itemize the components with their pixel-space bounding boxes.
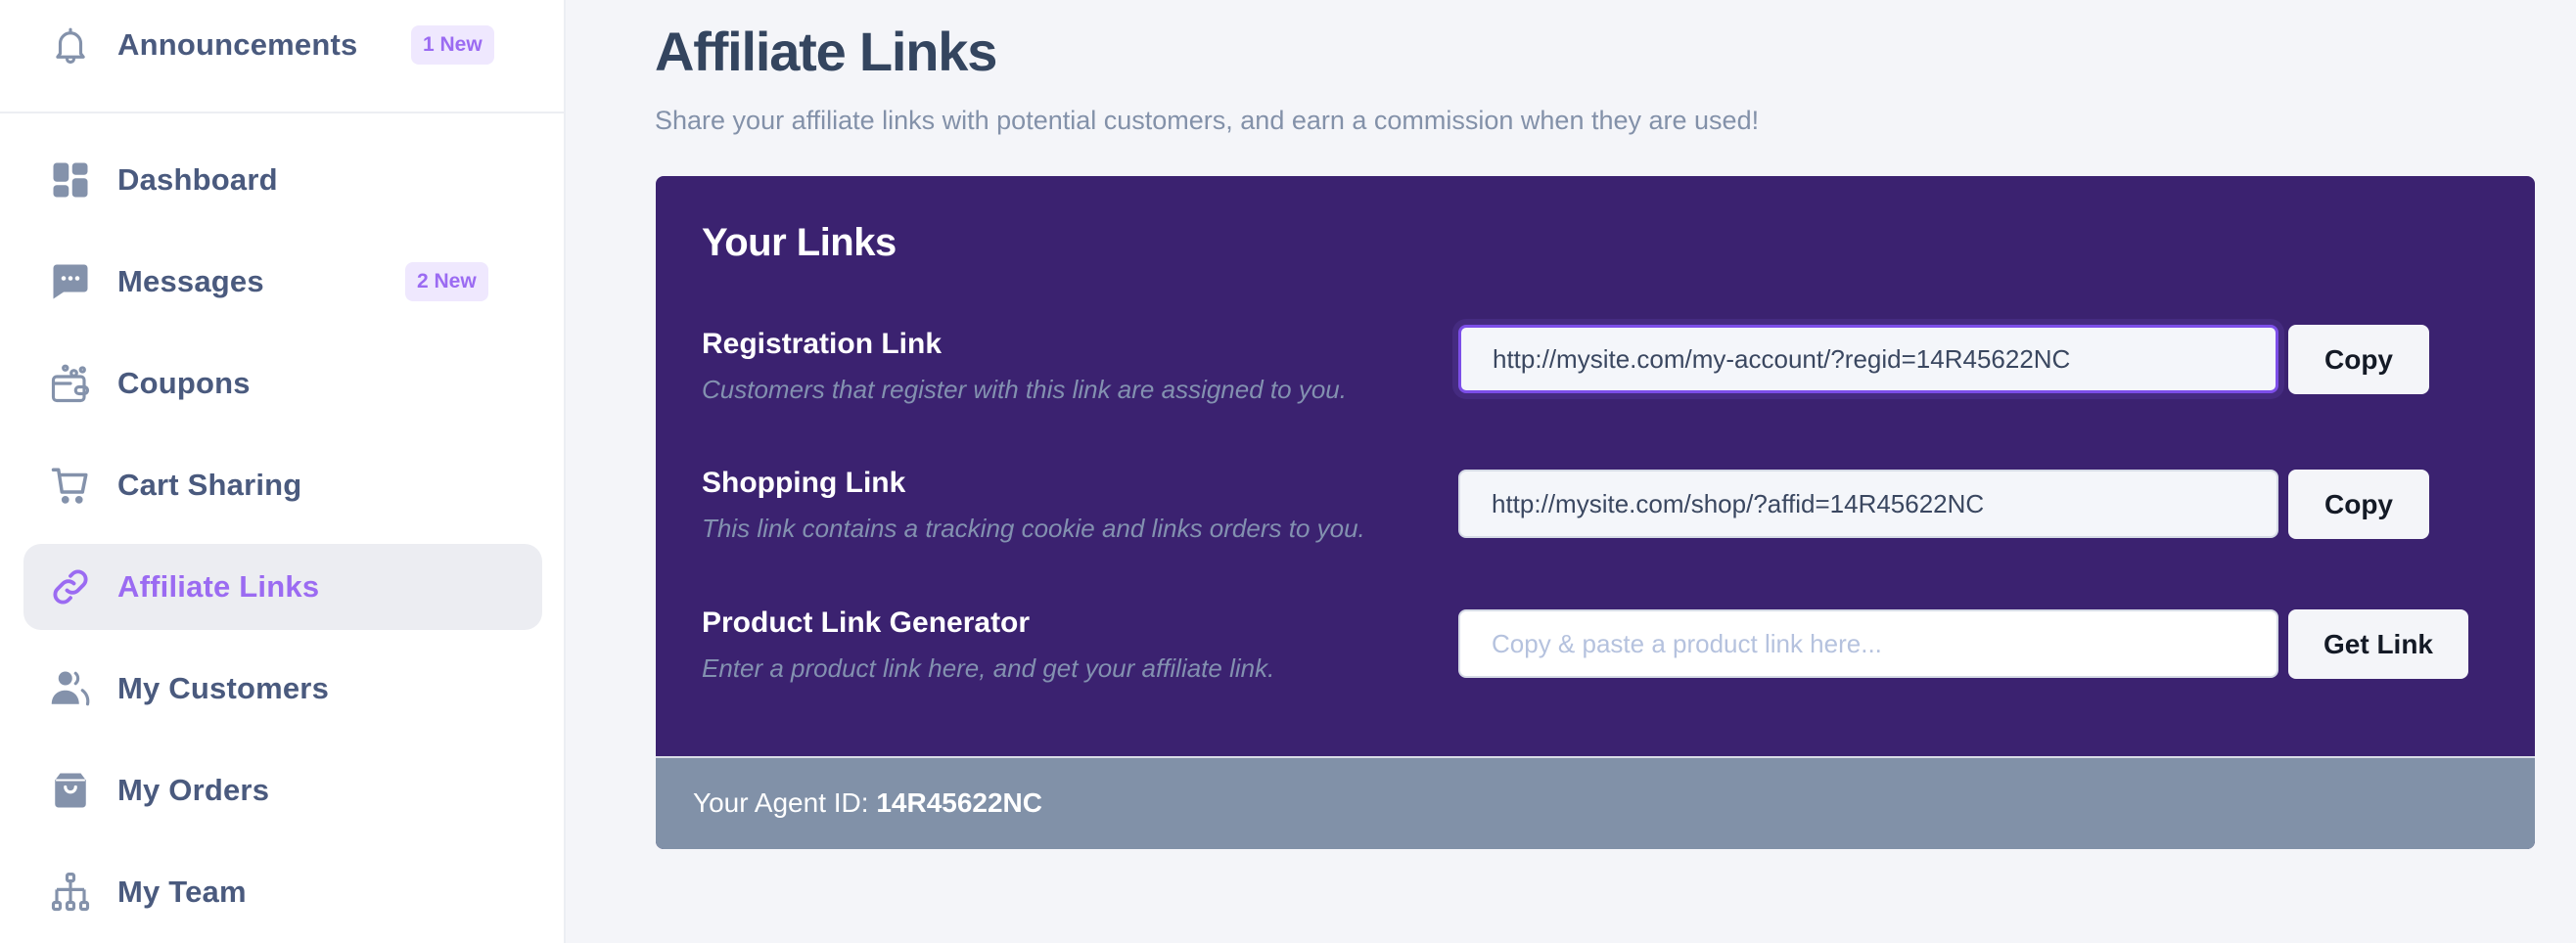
sidebar-item-my-team[interactable]: My Team — [23, 849, 542, 935]
card-title: Your Links — [702, 221, 897, 264]
org-chart-icon — [49, 871, 92, 914]
sidebar-divider — [0, 112, 566, 113]
bell-icon — [49, 23, 92, 67]
agent-id-footer: Your Agent ID: 14R45622NC — [656, 756, 2535, 849]
sidebar-item-label: Messages — [117, 264, 264, 298]
sidebar-item-label: My Customers — [117, 671, 330, 705]
sidebar-item-label: My Team — [117, 875, 247, 909]
link-description: This link contains a tracking cookie and… — [702, 514, 1365, 543]
registration-link-input[interactable] — [1458, 325, 2278, 393]
shopping-bag-icon — [49, 769, 92, 812]
page-title: Affiliate Links — [655, 21, 997, 82]
chat-bubble-icon — [49, 260, 92, 303]
sidebar-item-affiliate-links[interactable]: Affiliate Links — [23, 544, 542, 630]
copy-registration-link-button[interactable]: Copy — [2288, 325, 2429, 394]
link-icon — [49, 565, 92, 608]
dashboard-grid-icon — [49, 158, 92, 202]
sidebar-item-dashboard[interactable]: Dashboard — [23, 137, 542, 223]
sidebar-item-label: Announcements — [117, 27, 358, 62]
new-count-badge: 2 New — [405, 262, 488, 301]
sidebar-item-announcements[interactable]: Announcements 1 New — [23, 2, 542, 88]
agent-id-value: 14R45622NC — [876, 787, 1042, 818]
copy-shopping-link-button[interactable]: Copy — [2288, 470, 2429, 539]
link-label: Product Link Generator — [702, 606, 1031, 639]
link-description: Customers that register with this link a… — [702, 375, 1347, 404]
sidebar-item-label: Dashboard — [117, 162, 278, 197]
sidebar-item-messages[interactable]: Messages 2 New — [23, 239, 542, 325]
sidebar-item-coupons[interactable]: Coupons — [23, 340, 542, 427]
link-label: Registration Link — [702, 328, 943, 360]
cart-icon — [49, 464, 92, 507]
registration-link-row: Registration Link Customers that registe… — [656, 325, 2535, 416]
product-link-generator-row: Product Link Generator Enter a product l… — [656, 606, 2535, 695]
users-icon — [49, 667, 92, 710]
agent-id-label: Your Agent ID: — [693, 787, 877, 818]
sidebar-item-cart-sharing[interactable]: Cart Sharing — [23, 442, 542, 528]
link-label: Shopping Link — [702, 467, 906, 499]
get-link-button[interactable]: Get Link — [2288, 609, 2468, 679]
sidebar-item-my-customers[interactable]: My Customers — [23, 646, 542, 732]
new-count-badge: 1 New — [411, 25, 494, 65]
product-link-input[interactable] — [1458, 609, 2278, 678]
shopping-link-input[interactable] — [1458, 470, 2278, 538]
your-links-card: Your Links Registration Link Customers t… — [656, 176, 2535, 849]
sidebar-item-label: Coupons — [117, 366, 251, 400]
sidebar: Announcements 1 New Dashboard Messages 2… — [0, 0, 566, 943]
sidebar-item-label: My Orders — [117, 773, 270, 807]
app: Announcements 1 New Dashboard Messages 2… — [0, 0, 2576, 943]
agent-id-text: Your Agent ID: 14R45622NC — [693, 787, 1042, 819]
link-description: Enter a product link here, and get your … — [702, 653, 1275, 683]
shopping-link-row: Shopping Link This link contains a track… — [656, 467, 2535, 555]
sidebar-item-my-orders[interactable]: My Orders — [23, 747, 542, 833]
sidebar-item-label: Cart Sharing — [117, 468, 302, 502]
wallet-coupon-icon — [49, 362, 92, 405]
sidebar-item-label: Affiliate Links — [117, 569, 320, 604]
page-subtitle: Share your affiliate links with potentia… — [655, 106, 1760, 135]
